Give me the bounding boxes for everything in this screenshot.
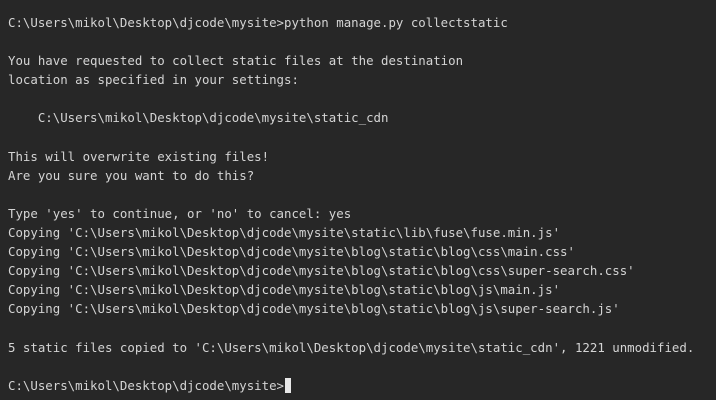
prompt-text: C:\Users\mikol\Desktop\djcode\mysite>	[8, 377, 285, 393]
destination-path-line: C:\Users\mikol\Desktop\djcode\mysite\sta…	[8, 110, 389, 126]
copying-line: Copying 'C:\Users\mikol\Desktop\djcode\m…	[8, 225, 561, 241]
confirmation-question-line: Are you sure you want to do this?	[8, 167, 255, 183]
copying-line: Copying 'C:\Users\mikol\Desktop\djcode\m…	[8, 263, 635, 279]
output-line: You have requested to collect static fil…	[8, 53, 464, 69]
copying-line: Copying 'C:\Users\mikol\Desktop\djcode\m…	[8, 301, 620, 317]
warning-line: This will overwrite existing files!	[8, 148, 270, 164]
prompt-line[interactable]: C:\Users\mikol\Desktop\djcode\mysite>	[8, 376, 716, 395]
summary-line: 5 static files copied to 'C:\Users\mikol…	[8, 339, 695, 355]
command-line: C:\Users\mikol\Desktop\djcode\mysite>pyt…	[8, 15, 508, 30]
copying-line: Copying 'C:\Users\mikol\Desktop\djcode\m…	[8, 244, 575, 260]
confirmation-input-line: Type 'yes' to continue, or 'no' to cance…	[8, 205, 352, 221]
terminal-window[interactable]: C:\Users\mikol\Desktop\djcode\mysite>pyt…	[0, 0, 716, 400]
copying-line: Copying 'C:\Users\mikol\Desktop\djcode\m…	[8, 282, 561, 298]
output-line: location as specified in your settings:	[8, 72, 299, 88]
text-cursor	[285, 377, 292, 393]
